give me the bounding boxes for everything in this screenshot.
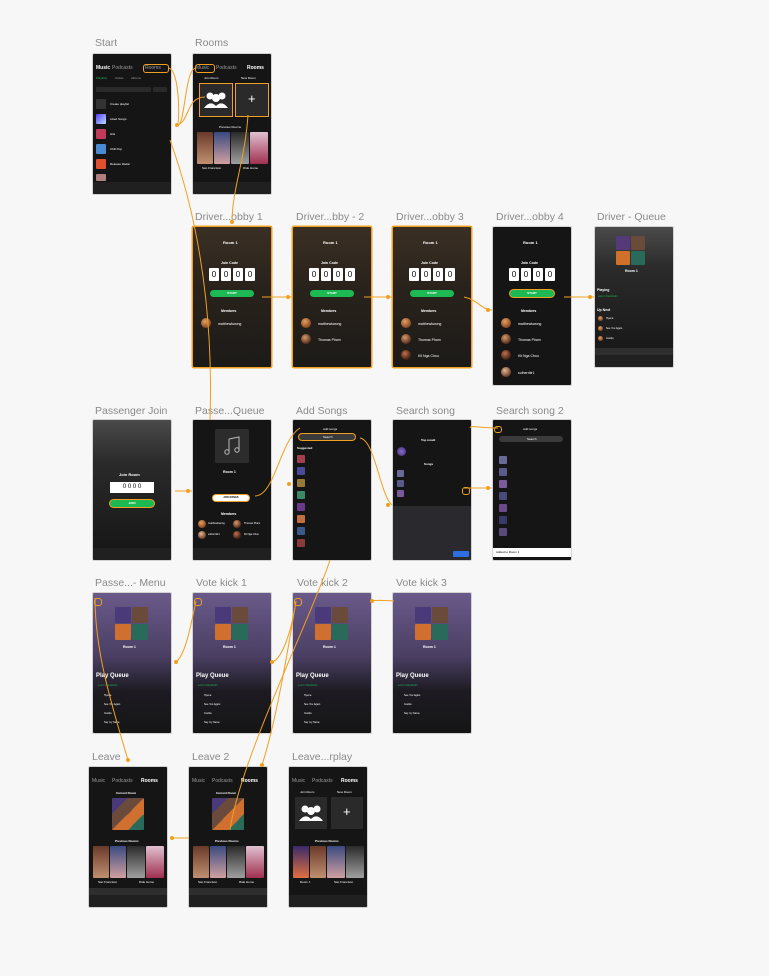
flow-wire (169, 139, 211, 421)
flow-node (386, 503, 390, 507)
flow-node (175, 123, 179, 127)
flow-wire (94, 597, 129, 761)
flow-node (270, 660, 274, 664)
flow-node (386, 295, 390, 299)
flow-wire (174, 96, 206, 126)
flow-node (287, 482, 291, 486)
flow-wire (177, 67, 197, 126)
flow-wire (371, 599, 395, 602)
flow-node (370, 599, 374, 603)
flow-wire (167, 67, 180, 126)
flow-wire (254, 427, 301, 497)
prototype-canvas: Start Rooms Driver...obby 1 Driver...bby… (0, 0, 769, 976)
flow-node (588, 295, 592, 299)
flow-node (286, 295, 290, 299)
flow-connectors (94, 67, 594, 840)
flow-node (230, 220, 234, 224)
flow-node (170, 836, 174, 840)
flow-wire (175, 600, 197, 663)
flow-wire (359, 437, 393, 506)
flow-node (486, 308, 490, 312)
flow-wire (469, 426, 499, 429)
flow-wire (229, 559, 331, 831)
flow-node (126, 758, 130, 762)
flow-node (174, 660, 178, 664)
flow-node (186, 489, 190, 493)
flow-wire (231, 114, 249, 223)
flow-node (486, 486, 490, 490)
flow-node (260, 763, 264, 767)
